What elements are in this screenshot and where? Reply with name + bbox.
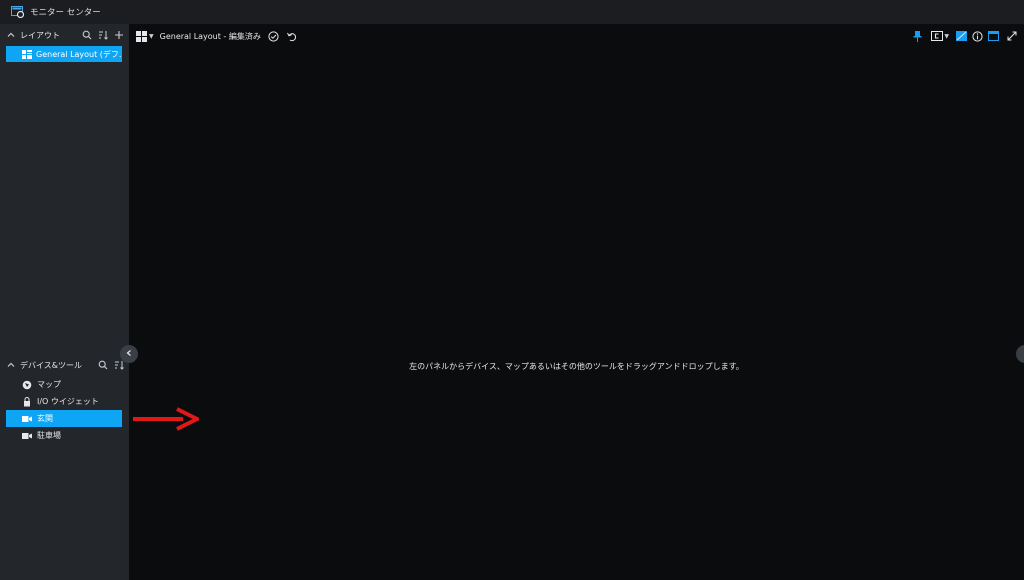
save-check-icon[interactable] (268, 30, 280, 42)
undo-icon[interactable] (286, 30, 298, 42)
fullscreen-icon[interactable] (1006, 30, 1018, 42)
map-icon (22, 380, 32, 390)
pin-icon[interactable] (911, 30, 923, 42)
caret-down-icon[interactable]: ▼ (149, 33, 154, 40)
search-icon[interactable] (97, 359, 109, 371)
drop-hint-text: 左のパネルからデバイス、マップあるいはその他のツールをドラッグアンドドロップしま… (409, 362, 744, 371)
devices-panel-header[interactable]: デバイス&ツール (0, 356, 129, 374)
image-adjust-icon[interactable] (955, 30, 967, 42)
devices-panel-title: デバイス&ツール (20, 360, 82, 370)
layout-toolbar: ▼ General Layout - 編集済み (136, 29, 304, 43)
layout-panel-title: レイアウト (20, 30, 60, 40)
caret-down-icon[interactable]: ▼ (944, 33, 949, 40)
chevron-left-icon (125, 349, 133, 359)
device-item-label: マップ (37, 380, 61, 389)
title-bar: モニター センター (0, 0, 1024, 24)
chevron-up-icon[interactable] (6, 360, 16, 370)
view-toolbar: ▼ (907, 29, 1018, 43)
device-list: マップ I/O ウイジェット 玄関 駐車場 (0, 376, 129, 444)
sort-icon[interactable] (97, 29, 109, 41)
sidebar: レイアウト General Layout (デフ... デバイス&ツール (0, 24, 129, 580)
collapse-sidebar-button[interactable] (120, 345, 138, 363)
chevron-up-icon[interactable] (6, 30, 16, 40)
device-item-io-widget[interactable]: I/O ウイジェット (6, 393, 122, 410)
search-icon[interactable] (81, 29, 93, 41)
layout-title: General Layout - 編集済み (159, 31, 261, 41)
camera-icon (22, 431, 32, 441)
layout-grid-icon[interactable] (136, 30, 147, 42)
main-view[interactable]: ▼ General Layout - 編集済み ▼ 左のパネルからデバイス、マッ… (129, 24, 1024, 580)
device-item-label: I/O ウイジェット (37, 397, 99, 406)
device-item-entrance[interactable]: 玄関 (6, 410, 122, 427)
device-item-label: 玄関 (37, 414, 53, 423)
device-item-parking[interactable]: 駐車場 (6, 427, 122, 444)
info-icon[interactable] (971, 30, 983, 42)
layout-item-general[interactable]: General Layout (デフ... (6, 46, 122, 62)
window-icon[interactable] (987, 30, 999, 42)
io-widget-icon (22, 396, 32, 407)
device-item-map[interactable]: マップ (6, 376, 122, 393)
camera-icon (22, 414, 32, 424)
layout-panel-header[interactable]: レイアウト (0, 26, 129, 44)
layout-item-label: General Layout (デフ... (36, 49, 122, 59)
device-item-label: 駐車場 (37, 431, 61, 440)
add-icon[interactable] (113, 29, 125, 41)
layout-grid-icon (22, 49, 32, 59)
app-title: モニター センター (30, 8, 101, 18)
red-arrow-annotation (133, 407, 202, 431)
monitor-center-app-icon (11, 6, 25, 19)
stream-profile-icon[interactable] (931, 30, 944, 42)
